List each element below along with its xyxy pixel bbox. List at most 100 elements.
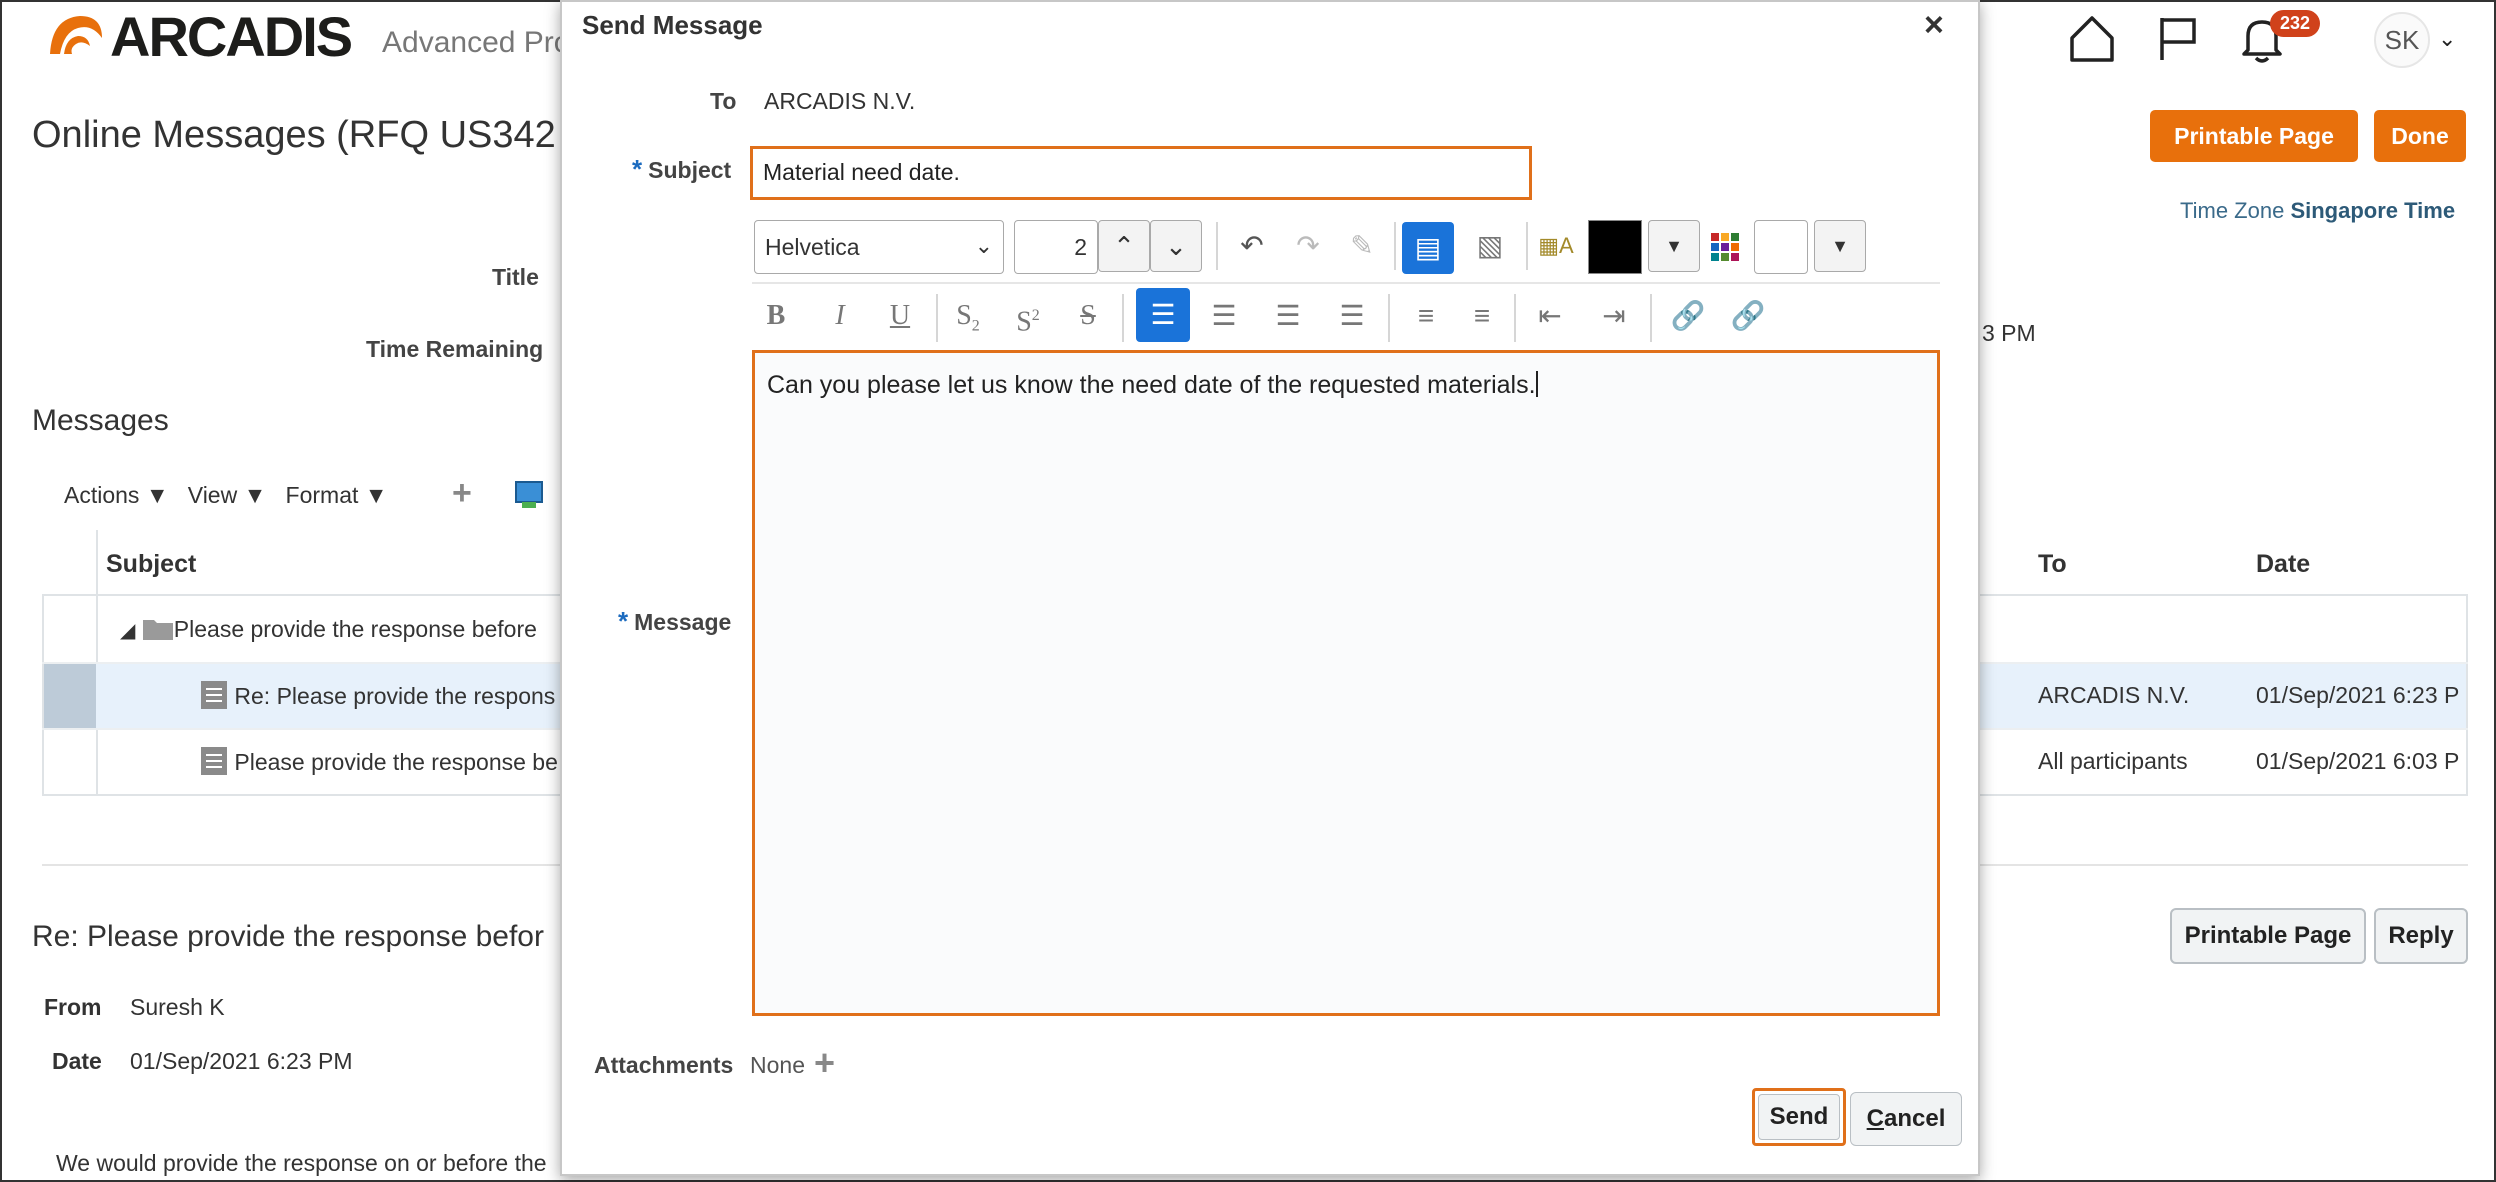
add-attachment-icon[interactable]: +	[814, 1042, 835, 1084]
timezone-label: Time Zone	[2180, 198, 2285, 223]
numbered-list-icon[interactable]: ≡	[1458, 292, 1506, 340]
brand-logo-text: ARCADIS	[110, 5, 353, 68]
indent-icon[interactable]: ⇥	[1590, 292, 1638, 340]
underline-icon[interactable]: U	[876, 292, 924, 340]
row-date: 01/Sep/2021 6:03 P	[2256, 748, 2460, 774]
messages-toolbar: Actions ▼ View ▼ Format ▼	[64, 482, 388, 509]
outdent-icon[interactable]: ⇤	[1526, 292, 1574, 340]
messages-heading: Messages	[32, 404, 169, 437]
column-header-date[interactable]: Date	[2256, 550, 2310, 579]
table-row[interactable]: Re: Please provide the respons	[200, 680, 555, 710]
subscript-icon[interactable]: S2	[944, 292, 992, 340]
attachments-label: Attachments	[594, 1052, 734, 1078]
align-center-icon[interactable]: ☰	[1200, 292, 1248, 340]
table-row[interactable]: ◢ Please provide the response before	[120, 616, 537, 643]
attachments-value: None	[750, 1052, 805, 1078]
reply-button[interactable]: Reply	[2374, 908, 2468, 964]
bullet-list-icon[interactable]: ≡	[1402, 292, 1450, 340]
clear-format-icon[interactable]: ✎	[1338, 222, 1386, 270]
document-icon	[201, 747, 227, 775]
date-label: Date	[52, 1048, 102, 1074]
from-label: From	[44, 994, 102, 1020]
font-color-swatch[interactable]	[1588, 220, 1642, 274]
user-avatar[interactable]: SK	[2374, 12, 2430, 68]
background-color-dropdown[interactable]: ▼	[1814, 220, 1866, 272]
row-date: 01/Sep/2021 6:23 P	[2256, 682, 2460, 708]
font-color-dropdown[interactable]: ▼	[1648, 220, 1700, 272]
toolbar-row-divider	[752, 282, 1940, 284]
toolbar-separator	[1216, 222, 1218, 270]
close-icon[interactable]: ×	[1924, 6, 1944, 45]
flag-icon[interactable]	[2152, 12, 2204, 64]
folder-icon	[142, 620, 173, 640]
background-color-icon[interactable]	[1710, 232, 1740, 262]
dialog-title: Send Message	[582, 10, 763, 40]
detail-body: We would provide the response on or befo…	[56, 1150, 547, 1176]
align-left-icon[interactable]: ☰	[1136, 288, 1190, 342]
rich-text-toolbar: Helvetica ⌄ 2 ⌃ ⌄ ↶ ↷ ✎ ▤ ▧ ▦A ▼ ▼ B I U…	[752, 216, 1940, 344]
add-icon[interactable]: +	[452, 474, 472, 513]
align-right-icon[interactable]: ☰	[1264, 292, 1312, 340]
app-subtitle: Advanced Pro	[382, 26, 571, 59]
background-color-swatch[interactable]	[1754, 220, 1808, 274]
view-menu[interactable]: View ▼	[188, 482, 267, 508]
italic-icon[interactable]: I	[816, 292, 864, 340]
done-button[interactable]: Done	[2374, 110, 2466, 162]
link-icon[interactable]: 🔗	[1664, 292, 1712, 340]
required-marker: *	[618, 606, 629, 636]
row-selector[interactable]	[44, 664, 96, 728]
timezone-info: Time Zone Singapore Time	[2180, 198, 2455, 224]
collapse-triangle-icon[interactable]: ◢	[120, 620, 135, 642]
size-increase-button[interactable]: ⌃	[1098, 220, 1150, 272]
cancel-button[interactable]: Cancel	[1850, 1092, 1962, 1146]
time-remaining-label: Time Remaining	[366, 336, 544, 362]
toolbar-separator	[1526, 222, 1528, 270]
redo-icon[interactable]: ↷	[1284, 222, 1332, 270]
timezone-value: Singapore Time	[2290, 198, 2456, 223]
subject-label: * Subject	[632, 154, 732, 184]
send-button[interactable]: Send	[1758, 1094, 1840, 1140]
subject-input[interactable]: Material need date.	[750, 146, 1532, 200]
chevron-down-icon[interactable]: ⌄	[2438, 26, 2456, 52]
detail-printable-page-button[interactable]: Printable Page	[2170, 908, 2366, 964]
toolbar-separator	[1650, 294, 1652, 342]
detail-heading: Re: Please provide the response befor	[32, 920, 544, 953]
message-editor[interactable]: Can you please let us know the need date…	[752, 350, 1940, 1016]
actions-menu[interactable]: Actions ▼	[64, 482, 169, 508]
source-mode-icon[interactable]: ▧	[1466, 222, 1514, 270]
from-value: Suresh K	[130, 994, 225, 1020]
column-header-subject[interactable]: Subject	[106, 550, 196, 579]
required-marker: *	[632, 154, 643, 184]
align-justify-icon[interactable]: ☰	[1328, 292, 1376, 340]
strikethrough-icon[interactable]: S	[1064, 292, 1112, 340]
time-remaining-value: 3 PM	[1982, 320, 2036, 346]
toolbar-separator	[1388, 294, 1390, 342]
row-subject: Re: Please provide the respons	[234, 683, 556, 709]
row-to: All participants	[2038, 748, 2188, 774]
text-cursor	[1535, 371, 1538, 397]
printable-page-button[interactable]: Printable Page	[2150, 110, 2358, 162]
send-message-dialog: Send Message × To ARCADIS N.V. * Subject …	[560, 0, 1980, 1176]
superscript-icon[interactable]: S2	[1004, 292, 1052, 340]
size-decrease-button[interactable]: ⌄	[1150, 220, 1202, 272]
unlink-icon[interactable]: 🔗	[1724, 292, 1772, 340]
message-label: * Message	[618, 606, 732, 636]
table-row[interactable]: Please provide the response be	[200, 746, 558, 776]
toolbar-separator	[936, 294, 938, 342]
rich-text-mode-icon[interactable]: ▤	[1402, 222, 1454, 274]
font-family-value: Helvetica	[765, 234, 860, 260]
undo-icon[interactable]: ↶	[1228, 222, 1276, 270]
font-family-select[interactable]: Helvetica ⌄	[754, 220, 1004, 274]
to-value: ARCADIS N.V.	[764, 88, 916, 114]
font-size-input[interactable]: 2	[1014, 220, 1098, 274]
toolbar-separator	[1122, 294, 1124, 342]
notification-count-badge: 232	[2270, 10, 2321, 37]
page-title: Online Messages (RFQ US342	[32, 114, 556, 156]
format-menu[interactable]: Format ▼	[286, 482, 388, 508]
column-header-to[interactable]: To	[2038, 550, 2067, 579]
toolbar-separator	[1394, 222, 1396, 270]
bold-icon[interactable]: B	[752, 292, 800, 340]
home-icon[interactable]	[2066, 12, 2118, 64]
detach-icon[interactable]	[514, 480, 544, 510]
font-color-icon[interactable]: ▦A	[1532, 222, 1580, 270]
